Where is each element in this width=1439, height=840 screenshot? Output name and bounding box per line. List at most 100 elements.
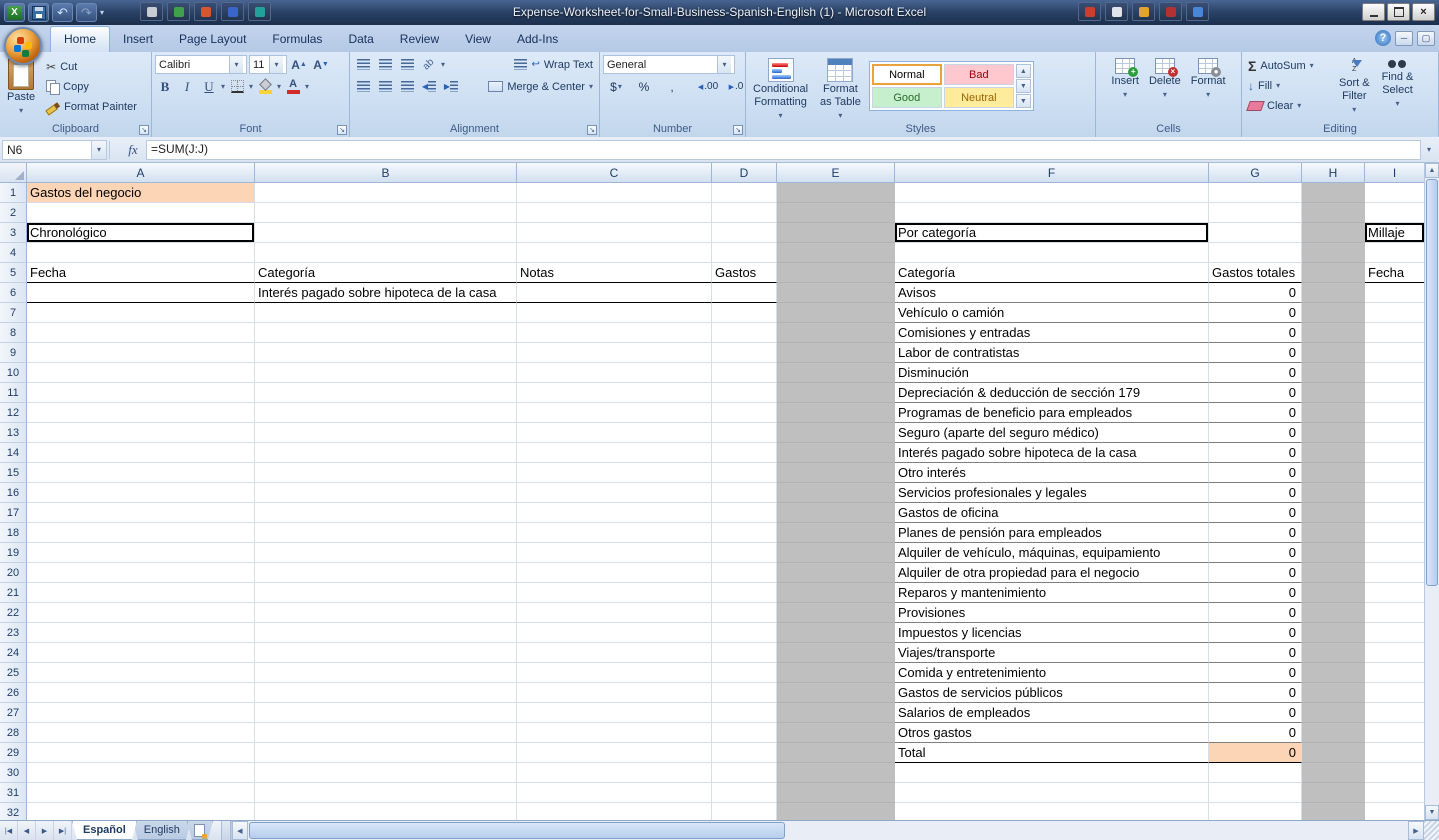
cell-H8[interactable] <box>1302 323 1365 343</box>
gallery-more-button[interactable]: ▼ <box>1016 94 1031 108</box>
cell-I24[interactable] <box>1365 643 1424 663</box>
cell-C2[interactable] <box>517 203 712 223</box>
minimize-button[interactable] <box>1362 3 1385 21</box>
cell-B17[interactable] <box>255 503 517 523</box>
column-header-F[interactable]: F <box>895 163 1209 183</box>
cell-G30[interactable] <box>1209 763 1302 783</box>
cell-D6[interactable] <box>712 283 777 303</box>
redo-button[interactable]: ↷ <box>76 3 97 22</box>
cell-G32[interactable] <box>1209 803 1302 820</box>
cell-I13[interactable] <box>1365 423 1424 443</box>
cell-I1[interactable] <box>1365 183 1424 203</box>
grow-font-button[interactable]: A▲ <box>289 55 309 74</box>
cell-B16[interactable] <box>255 483 517 503</box>
cell-E9[interactable] <box>777 343 895 363</box>
ribbon-tab-data[interactable]: Data <box>335 26 386 52</box>
cell-D27[interactable] <box>712 703 777 723</box>
cell-H24[interactable] <box>1302 643 1365 663</box>
cell-I18[interactable] <box>1365 523 1424 543</box>
background-window-button[interactable] <box>194 2 217 21</box>
cell-F23[interactable]: Impuestos y licencias <box>895 623 1209 643</box>
cell-B24[interactable] <box>255 643 517 663</box>
cell-C12[interactable] <box>517 403 712 423</box>
cell-A11[interactable] <box>27 383 255 403</box>
cell-F8[interactable]: Comisiones y entradas <box>895 323 1209 343</box>
row-header-2[interactable]: 2 <box>0 203 27 223</box>
row-header-14[interactable]: 14 <box>0 443 27 463</box>
cell-F7[interactable]: Vehículo o camión <box>895 303 1209 323</box>
cell-G12[interactable]: 0 <box>1209 403 1302 423</box>
previous-sheet-button[interactable]: ◀ <box>18 821 36 840</box>
scroll-down-button[interactable]: ▼ <box>1425 805 1439 820</box>
cell-A21[interactable] <box>27 583 255 603</box>
help-button[interactable]: ? <box>1375 30 1391 46</box>
cell-G9[interactable]: 0 <box>1209 343 1302 363</box>
percent-style-button[interactable]: % <box>631 77 657 96</box>
comma-style-button[interactable]: , <box>659 77 685 96</box>
cell-G19[interactable]: 0 <box>1209 543 1302 563</box>
cell-B22[interactable] <box>255 603 517 623</box>
cell-H32[interactable] <box>1302 803 1365 820</box>
ribbon-tab-insert[interactable]: Insert <box>110 26 166 52</box>
cell-H21[interactable] <box>1302 583 1365 603</box>
cell-H22[interactable] <box>1302 603 1365 623</box>
cell-C30[interactable] <box>517 763 712 783</box>
cell-A29[interactable] <box>27 743 255 763</box>
cell-C9[interactable] <box>517 343 712 363</box>
cell-A9[interactable] <box>27 343 255 363</box>
horizontal-scroll-thumb[interactable] <box>249 822 785 839</box>
cell-D24[interactable] <box>712 643 777 663</box>
background-window-button[interactable] <box>1132 2 1155 21</box>
cell-F15[interactable]: Otro interés <box>895 463 1209 483</box>
cell-E31[interactable] <box>777 783 895 803</box>
cell-I23[interactable] <box>1365 623 1424 643</box>
cell-D29[interactable] <box>712 743 777 763</box>
cell-I28[interactable] <box>1365 723 1424 743</box>
cell-A2[interactable] <box>27 203 255 223</box>
cell-A13[interactable] <box>27 423 255 443</box>
cell-C15[interactable] <box>517 463 712 483</box>
increase-indent-button[interactable]: ▶ <box>441 77 461 96</box>
cell-F12[interactable]: Programas de beneficio para empleados <box>895 403 1209 423</box>
cell-D19[interactable] <box>712 543 777 563</box>
cell-H9[interactable] <box>1302 343 1365 363</box>
cell-F2[interactable] <box>895 203 1209 223</box>
cell-I15[interactable] <box>1365 463 1424 483</box>
cell-B11[interactable] <box>255 383 517 403</box>
horizontal-scrollbar[interactable]: ◀ ▶ <box>231 821 1424 840</box>
cell-A10[interactable] <box>27 363 255 383</box>
cell-B30[interactable] <box>255 763 517 783</box>
cell-B15[interactable] <box>255 463 517 483</box>
sheet-tab-english[interactable]: English <box>133 821 191 840</box>
row-header-3[interactable]: 3 <box>0 223 27 243</box>
row-header-24[interactable]: 24 <box>0 643 27 663</box>
cell-F5[interactable]: Categoría <box>895 263 1209 283</box>
cell-F32[interactable] <box>895 803 1209 820</box>
row-header-20[interactable]: 20 <box>0 563 27 583</box>
cell-D4[interactable] <box>712 243 777 263</box>
cell-H31[interactable] <box>1302 783 1365 803</box>
cell-G2[interactable] <box>1209 203 1302 223</box>
cell-C11[interactable] <box>517 383 712 403</box>
cell-H27[interactable] <box>1302 703 1365 723</box>
cut-button[interactable]: ✂Cut <box>43 57 140 76</box>
cell-C19[interactable] <box>517 543 712 563</box>
cell-A18[interactable] <box>27 523 255 543</box>
cell-B29[interactable] <box>255 743 517 763</box>
background-window-button[interactable] <box>221 2 244 21</box>
undo-button[interactable]: ↶ <box>52 3 73 22</box>
cell-A8[interactable] <box>27 323 255 343</box>
cell-H2[interactable] <box>1302 203 1365 223</box>
cell-E13[interactable] <box>777 423 895 443</box>
cell-F25[interactable]: Comida y entretenimiento <box>895 663 1209 683</box>
row-header-32[interactable]: 32 <box>0 803 27 820</box>
cell-H25[interactable] <box>1302 663 1365 683</box>
row-header-29[interactable]: 29 <box>0 743 27 763</box>
fill-button[interactable]: ↓Fill▾ <box>1245 76 1331 95</box>
merge-center-button[interactable]: Merge & Center▾ <box>485 77 596 96</box>
cell-F13[interactable]: Seguro (aparte del seguro médico) <box>895 423 1209 443</box>
cell-G16[interactable]: 0 <box>1209 483 1302 503</box>
cell-C1[interactable] <box>517 183 712 203</box>
cell-I25[interactable] <box>1365 663 1424 683</box>
row-header-17[interactable]: 17 <box>0 503 27 523</box>
